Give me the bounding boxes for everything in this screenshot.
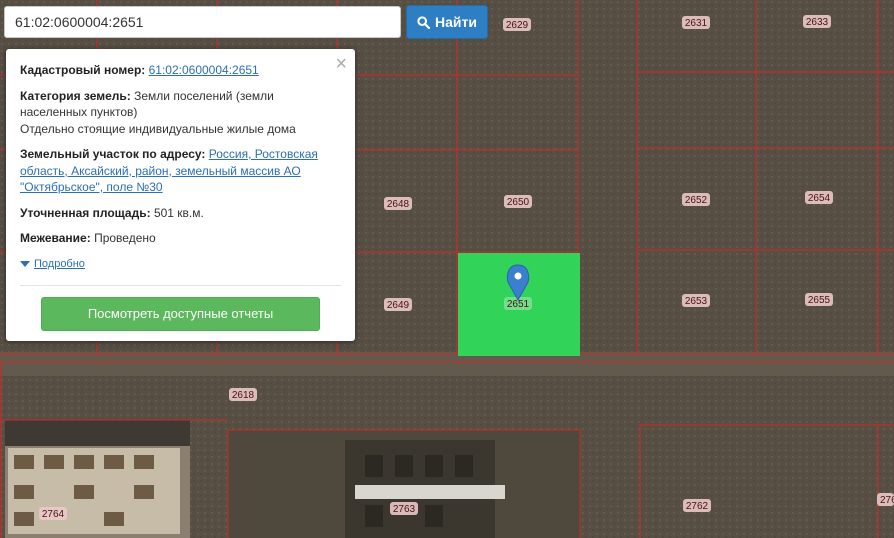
plot-label: 2650 bbox=[504, 195, 532, 208]
plot-label: 2618 bbox=[229, 388, 257, 401]
plot-label: 2653 bbox=[682, 294, 710, 307]
search-button-label: Найти bbox=[435, 14, 477, 30]
divider bbox=[20, 285, 341, 286]
details-link[interactable]: Подробно bbox=[34, 256, 85, 273]
svg-text:2651: 2651 bbox=[507, 299, 530, 310]
svg-text:2631: 2631 bbox=[685, 18, 708, 29]
area-value: 501 кв.м. bbox=[153, 205, 204, 220]
usage-value: Отдельно стоящие индивидуальные жилые до… bbox=[20, 121, 296, 136]
plot-label: 2648 bbox=[384, 197, 412, 210]
building-left bbox=[5, 420, 190, 538]
plot-label: 2654 bbox=[805, 191, 833, 204]
cadastral-number-row: Кадастровый номер: 61:02:0600004:2651 bbox=[20, 62, 341, 79]
category-label: Категория земель: bbox=[20, 88, 131, 103]
caret-down-icon bbox=[20, 260, 30, 267]
survey-value: Проведено bbox=[94, 231, 156, 245]
parcel-info-popup: × Кадастровый номер: 61:02:0600004:2651 … bbox=[6, 49, 355, 341]
address-row: Земельный участок по адресу: Россия, Рос… bbox=[20, 146, 341, 196]
details-toggle[interactable]: Подробно bbox=[20, 256, 341, 273]
search-input[interactable] bbox=[4, 6, 401, 38]
svg-text:2655: 2655 bbox=[808, 295, 831, 306]
plot-label: 2652 bbox=[682, 193, 710, 206]
svg-text:2653: 2653 bbox=[685, 296, 708, 307]
svg-text:2650: 2650 bbox=[507, 197, 530, 208]
svg-text:2649: 2649 bbox=[387, 300, 410, 311]
survey-row: Межевание: Проведено bbox=[20, 230, 341, 247]
svg-text:2762: 2762 bbox=[686, 501, 709, 512]
land-category-row: Категория земель: Земли поселений (земли… bbox=[20, 88, 341, 138]
plot-label: 2649 bbox=[384, 298, 412, 311]
search-button[interactable]: Найти bbox=[406, 5, 488, 39]
survey-label: Межевание: bbox=[20, 231, 91, 245]
svg-text:2633: 2633 bbox=[806, 17, 829, 28]
svg-text:2648: 2648 bbox=[387, 199, 410, 210]
plot-label: 2633 bbox=[803, 15, 831, 28]
plot-label: 2631 bbox=[682, 16, 710, 29]
plot-label: 2655 bbox=[805, 293, 833, 306]
svg-text:2764: 2764 bbox=[42, 509, 65, 520]
svg-text:2652: 2652 bbox=[685, 195, 708, 206]
cadastral-label: Кадастровый номер: bbox=[20, 63, 146, 77]
svg-text:2618: 2618 bbox=[232, 390, 255, 401]
svg-text:2629: 2629 bbox=[506, 20, 529, 31]
area-label: Уточненная площадь: bbox=[20, 205, 151, 220]
plot-label: 2764 bbox=[39, 507, 67, 520]
address-label: Земельный участок по адресу: bbox=[20, 147, 206, 161]
plot-label: 2765 bbox=[877, 493, 894, 506]
svg-text:2765: 2765 bbox=[880, 495, 894, 506]
construction-site bbox=[345, 440, 505, 538]
cadastral-number-link[interactable]: 61:02:0600004:2651 bbox=[149, 63, 259, 77]
search-icon bbox=[417, 15, 431, 29]
view-reports-button[interactable]: Посмотреть доступные отчеты bbox=[41, 297, 320, 331]
svg-text:2763: 2763 bbox=[393, 504, 416, 515]
area-row: Уточненная площадь: 501 кв.м. bbox=[20, 205, 341, 222]
plot-label: 2762 bbox=[683, 499, 711, 512]
plot-label: 2629 bbox=[503, 18, 531, 31]
svg-text:2654: 2654 bbox=[808, 193, 831, 204]
close-icon[interactable]: × bbox=[335, 54, 347, 74]
road-band bbox=[0, 352, 894, 376]
plot-label: 2763 bbox=[390, 502, 418, 515]
